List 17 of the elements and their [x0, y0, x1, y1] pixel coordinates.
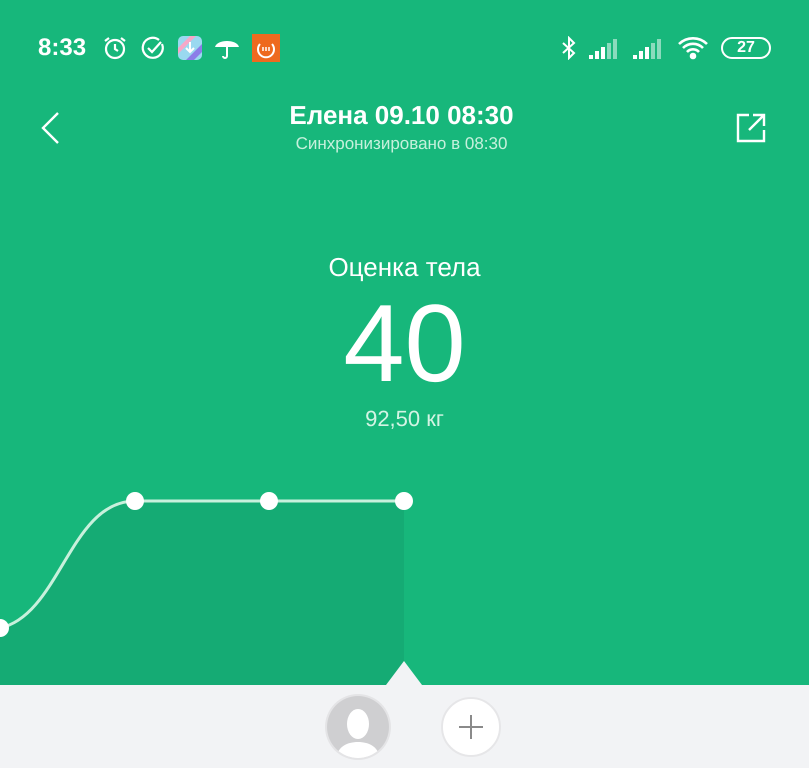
score-label: Оценка тела — [328, 251, 481, 284]
body-score: 40 — [343, 284, 466, 404]
status-time: 8:33 — [38, 32, 86, 62]
check-circle-icon — [140, 34, 166, 60]
profile-avatar[interactable] — [326, 696, 388, 758]
header-title: Елена 09.10 08:30 — [289, 98, 514, 130]
battery-indicator: 27 — [721, 36, 771, 58]
app-icon — [178, 36, 202, 60]
back-icon — [40, 110, 60, 144]
share-icon — [735, 112, 767, 144]
weight-value: 92,50 кг — [365, 405, 444, 433]
alarm-clock-icon — [102, 34, 128, 60]
sync-status: Синхронизировано в 08:30 — [296, 132, 508, 154]
app-icon — [252, 34, 280, 62]
plus-icon — [458, 714, 484, 740]
wifi-icon — [677, 36, 709, 60]
bluetooth-icon — [561, 36, 577, 60]
